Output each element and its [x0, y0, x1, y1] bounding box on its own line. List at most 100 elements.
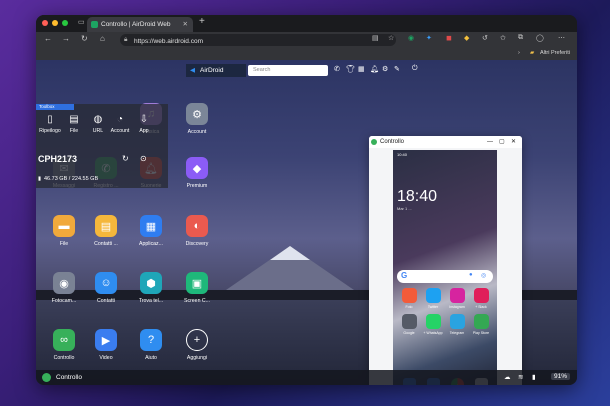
- app-binoculars[interactable]: ∞ Controllo: [44, 329, 84, 361]
- toolbox-item-file[interactable]: ▤ File: [62, 114, 86, 134]
- close-tab-icon[interactable]: ✕: [183, 17, 188, 32]
- minimize-icon[interactable]: —: [487, 136, 493, 148]
- phone-app[interactable]: Instagram: [447, 288, 467, 309]
- app-camera[interactable]: ◉ Fotocam...: [44, 272, 84, 304]
- app-screen[interactable]: ▣ Screen C...: [177, 272, 217, 304]
- favorite-icon[interactable]: ☆: [388, 34, 394, 42]
- refresh-extension-icon[interactable]: ↺: [482, 34, 488, 42]
- planet-icon: ◐: [186, 215, 208, 237]
- phone-app[interactable]: Play Store: [471, 314, 491, 335]
- airdroid-brand: AirDroid: [200, 67, 224, 74]
- phone-app-icon: [449, 288, 465, 303]
- phone-app[interactable]: + WhatsApp: [423, 314, 443, 335]
- extension-airdroid-icon[interactable]: ◉: [408, 34, 414, 42]
- new-tab-button[interactable]: +: [199, 16, 205, 27]
- bell-icon[interactable]: 🔔︎: [370, 65, 379, 73]
- maximize-window-button[interactable]: [62, 20, 68, 26]
- app-apps[interactable]: ▦ Applicaz...: [131, 215, 171, 247]
- app-diamond[interactable]: ◆ Premium: [177, 157, 217, 189]
- close-icon[interactable]: ✕: [511, 136, 516, 148]
- download-icon: ⇩: [139, 114, 149, 125]
- google-icon: G: [401, 271, 408, 280]
- extension-icon[interactable]: ✦: [426, 34, 432, 42]
- app-contact[interactable]: ☺ Contatti: [86, 272, 126, 304]
- app-add[interactable]: + Aggiungi: [177, 329, 217, 361]
- refresh-icon[interactable]: ↻: [122, 154, 129, 163]
- camera-icon: ◉: [53, 272, 75, 294]
- controllo-window: Controllo — ▢ ✕ 10:40 18:40 Mar 1 ... G …: [369, 136, 522, 385]
- toolbox-item-label: Ripeilogo: [39, 128, 61, 134]
- controllo-icon: [42, 373, 51, 382]
- status-label[interactable]: Controllo: [56, 374, 82, 381]
- airdroid-logo[interactable]: ◀ AirDroid: [186, 64, 246, 77]
- phone-app[interactable]: Foto: [399, 288, 419, 309]
- phone-icon[interactable]: ✆: [334, 65, 340, 73]
- phone-app-label: Play Store: [472, 331, 490, 335]
- phone-app-label: Instagram: [449, 305, 465, 309]
- bookmark-folder[interactable]: Altri Preferiti: [540, 50, 570, 56]
- favorites-icon[interactable]: ✩: [500, 34, 506, 42]
- home-icon[interactable]: ⌂: [100, 34, 105, 43]
- storage-icon: ▮: [38, 176, 42, 182]
- phone-app[interactable]: + Slack: [471, 288, 491, 309]
- app-gear[interactable]: ⚙ Account: [177, 103, 217, 135]
- close-window-button[interactable]: [42, 20, 48, 26]
- forward-icon[interactable]: →: [62, 34, 70, 43]
- reader-icon[interactable]: ▤: [372, 34, 379, 42]
- minimize-window-button[interactable]: [52, 20, 58, 26]
- phone-app-icon: [425, 288, 441, 303]
- grid-icon[interactable]: ▦: [358, 65, 365, 73]
- app-label: Screen C...: [184, 298, 210, 304]
- maximize-icon[interactable]: ▢: [499, 136, 505, 148]
- status-bar: Controllo ☁ ≋ ▮ 91%: [36, 370, 577, 385]
- app-video[interactable]: ▶ Video: [86, 329, 126, 361]
- chevron-right-icon[interactable]: ›: [518, 50, 520, 56]
- phone-app[interactable]: Telegram: [447, 314, 467, 335]
- power-icon[interactable]: ⏻: [412, 65, 418, 73]
- app-planet[interactable]: ◐ Discovery: [177, 215, 217, 247]
- lens-icon[interactable]: ◎: [481, 272, 486, 279]
- collections-icon[interactable]: ⧉: [518, 34, 523, 42]
- airdroid-topbar: ◀ AirDroid Search ✆ 👕︎ ▦ 🔔︎ ⚙ ✎ ⏻: [186, 64, 426, 77]
- app-folder[interactable]: ▬ File: [44, 215, 84, 247]
- tab-list-icon[interactable]: ▭: [78, 18, 85, 26]
- phone-screen[interactable]: 10:40 18:40 Mar 1 ... G ● ◎ Foto Twitter I…: [393, 150, 497, 385]
- profile-icon[interactable]: ◯: [536, 34, 544, 42]
- phone-app-icon: [425, 314, 441, 329]
- toolbox-item-app[interactable]: ⇩ App: [132, 114, 156, 134]
- url-text: https://web.airdroid.com: [134, 38, 204, 45]
- phone-app[interactable]: Twitter: [423, 288, 443, 309]
- toolbox-item-url[interactable]: ◍ URL: [86, 114, 110, 134]
- binoculars-icon: ∞: [53, 329, 75, 351]
- app-contacts[interactable]: ▤ Contatti ...: [86, 215, 126, 247]
- extension-3-icon[interactable]: ◆: [464, 34, 469, 42]
- contacts-icon: ▤: [95, 215, 117, 237]
- toolbox-item-ripeilogo[interactable]: ▯ Ripeilogo: [38, 114, 62, 134]
- edit-icon[interactable]: ✎: [394, 65, 400, 73]
- app-help[interactable]: ? Aiuto: [131, 329, 171, 361]
- tab-airdroid[interactable]: Controllo | AirDroid Web ✕: [87, 17, 193, 32]
- reload-icon[interactable]: ↻: [81, 34, 88, 43]
- add-icon: +: [186, 329, 208, 351]
- back-icon[interactable]: ←: [44, 34, 52, 43]
- app-location[interactable]: ⬢ Trova tel...: [131, 272, 171, 304]
- app-label: Premium: [186, 183, 208, 189]
- phone-clock: 18:40: [397, 188, 438, 205]
- mic-icon[interactable]: ●: [469, 272, 473, 278]
- menu-icon[interactable]: ⋯: [558, 34, 565, 42]
- phone-app-label: + WhatsApp: [423, 331, 443, 335]
- video-icon: ▶: [95, 329, 117, 351]
- settings-icon[interactable]: ⚙: [382, 65, 388, 73]
- toolbox-panel: Toolbox ▯ Ripeilogo ▤ File ◍ URL ◔ Account ⇩…: [36, 104, 168, 188]
- extension-2-icon[interactable]: ◼: [446, 34, 452, 42]
- gear-icon: ⚙: [186, 103, 208, 125]
- app-label: Account: [187, 129, 207, 135]
- toolbox-item-account[interactable]: ◔ Account: [108, 114, 132, 134]
- address-bar[interactable]: 🔒︎ https://web.airdroid.com: [120, 34, 396, 46]
- search-input[interactable]: Search: [248, 65, 328, 76]
- shirt-icon[interactable]: 👕︎: [346, 65, 355, 73]
- airdroid-favicon-icon: [91, 21, 98, 28]
- google-search-bar[interactable]: G ● ◎: [397, 270, 493, 283]
- phone-app[interactable]: Google: [399, 314, 419, 335]
- disconnect-icon[interactable]: ⊙: [140, 154, 147, 163]
